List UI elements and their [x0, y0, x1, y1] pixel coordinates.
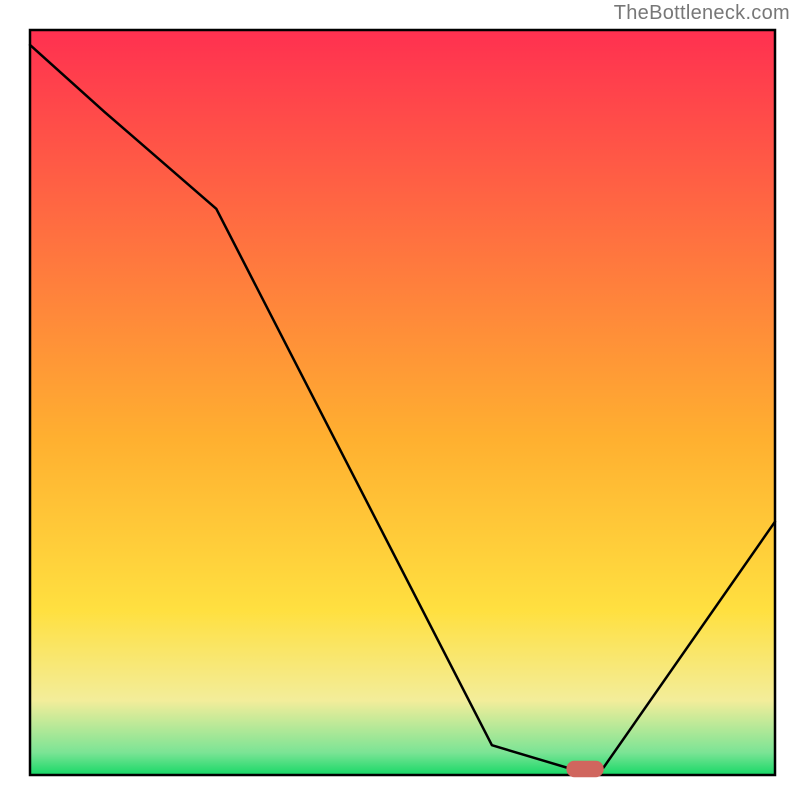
chart-container: { "watermark": "TheBottleneck.com", "col…	[0, 0, 800, 800]
optimal-marker	[566, 761, 603, 777]
bottleneck-chart	[0, 0, 800, 800]
plot-area	[30, 30, 775, 775]
watermark-text: TheBottleneck.com	[614, 2, 790, 25]
